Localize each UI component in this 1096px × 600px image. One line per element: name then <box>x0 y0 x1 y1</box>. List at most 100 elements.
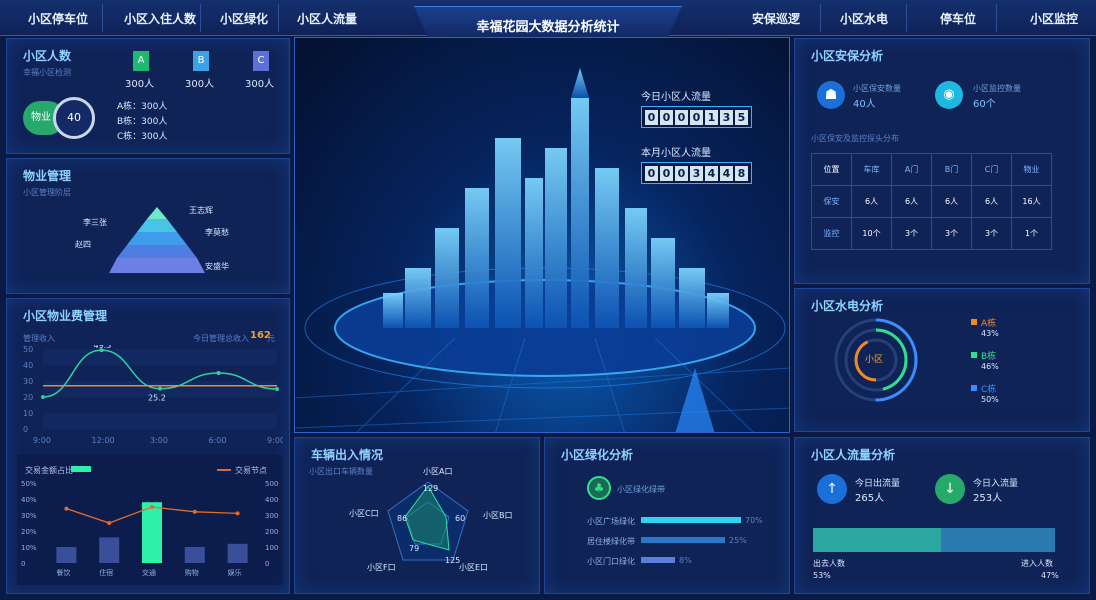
legend-swatch <box>971 319 977 325</box>
radar-axis-label: 小区C口 <box>349 509 379 518</box>
y-tick-label: 0 <box>265 560 269 568</box>
fees-bar-chart: 50% 40% 30% 20% 10% 0 500 400 300 200 100 0 餐饮 住宿 交通 购物… <box>21 480 278 577</box>
cams-label: 小区监控数量 <box>973 84 1021 93</box>
out-bar <box>813 528 941 552</box>
greening-bar <box>641 537 725 543</box>
x-tick-label: 6:00 <box>209 436 227 445</box>
greening-title: 小区绿化分析 <box>561 448 634 462</box>
x-tick-label: 餐饮 <box>56 568 70 577</box>
greening-label: 小区绿化绿带 <box>617 485 665 494</box>
population-list-item: B栋：300人 <box>117 117 168 127</box>
guards-label: 小区保安数量 <box>853 84 901 93</box>
bar <box>184 547 205 563</box>
y-tick-label: 10% <box>21 544 37 552</box>
water-legend-pct: 50% <box>981 395 999 404</box>
nav-flow[interactable]: 小区人流量 <box>297 10 357 27</box>
y-tick-label: 30 <box>23 377 33 386</box>
water-legend-pct: 46% <box>981 362 999 371</box>
month-flow-counter: 0003448 <box>641 162 752 184</box>
nav-water[interactable]: 小区水电 <box>840 10 888 27</box>
water-legend-name: B栋 <box>981 352 997 362</box>
fees-right-label: 今日管理总收入 <box>193 334 249 343</box>
water-panel: 小区水电分析 小区 A栋 43% B栋 46% C栋 50% <box>794 288 1090 432</box>
property-panel: 物业管理 小区管理阶层 王志辉 李三张 李莫愁 赵四 安盛华 <box>6 158 290 294</box>
vehicles-panel: 车辆出入情况 小区出口车辆数量 小区A口 小区B口 小区E口 小区F口 小区C口… <box>294 437 540 594</box>
bar-legend-left: 交易金额占比 <box>25 466 73 475</box>
y-tick-label: 0 <box>21 560 25 568</box>
y-tick-label: 20% <box>21 528 37 536</box>
radar-axis-label: 小区F口 <box>367 563 396 572</box>
nav-greening[interactable]: 小区绿化 <box>220 10 268 27</box>
radar-value: 60 <box>455 514 466 523</box>
water-legend-name: A栋 <box>981 319 997 329</box>
flow-panel: 小区人流量分析 ↑ 今日出流量 265人 ↓ 今日入流量 253人 出去人数 5… <box>794 437 1090 594</box>
security-table: 位置 车库 A门 B门 C门 物业 保安 6人 6人 6人 6人 16人 监控 10个 3个 3个 3个 1个 <box>811 153 1052 250</box>
distribution-label: 小区保安及监控探头分布 <box>811 134 899 143</box>
x-tick-label: 购物 <box>185 568 199 577</box>
greening-pct: 70% <box>745 516 763 525</box>
in-label: 今日入流量 <box>973 479 1019 489</box>
flow-title: 小区人流量分析 <box>811 448 896 462</box>
population-title: 小区人数 <box>23 49 72 63</box>
security-title: 小区安保分析 <box>811 49 884 63</box>
population-list-item: C栋：300人 <box>117 132 168 142</box>
node-point <box>150 505 154 509</box>
radar-value: 86 <box>397 514 408 523</box>
nav-monitor[interactable]: 小区监控 <box>1030 10 1078 27</box>
in-pct: 47% <box>1041 571 1059 580</box>
node-point <box>192 509 197 514</box>
nav-parking-lot[interactable]: 停车位 <box>940 10 976 27</box>
building-b-count: 300人 <box>185 79 215 90</box>
city-visual: 今日小区人流量 0000135 本月小区人流量 0003448 <box>294 37 790 433</box>
camera-icon: ◉ <box>935 81 963 109</box>
greening-bar <box>641 517 741 523</box>
y-tick-label: 10 <box>23 409 33 418</box>
nav-patrol[interactable]: 安保巡逻 <box>752 10 800 27</box>
out-pct: 53% <box>813 571 831 580</box>
pyramid-label: 安盛华 <box>205 262 229 271</box>
guard-icon: ☗ <box>817 81 845 109</box>
line-legend-swatch <box>217 469 231 471</box>
in-value: 253人 <box>973 493 1003 504</box>
out-label: 今日出流量 <box>855 479 901 489</box>
pyramid-label: 赵四 <box>75 240 91 249</box>
leaf-icon: ♣ <box>587 476 611 500</box>
pyramid-label: 李三张 <box>83 218 107 227</box>
building-a-badge: A <box>133 51 149 71</box>
month-flow-label: 本月小区人流量 <box>641 148 711 159</box>
fees-unit: 元 <box>267 334 275 343</box>
y-tick-label: 300 <box>265 512 278 520</box>
population-list-item: A栋：300人 <box>117 102 168 112</box>
nav-parking[interactable]: 小区停车位 <box>28 10 88 27</box>
security-panel: 小区安保分析 ☗ 小区保安数量 40人 ◉ 小区监控数量 60个 小区保安及监控… <box>794 38 1090 284</box>
y-tick-label: 40% <box>21 496 37 504</box>
greening-pct: 8% <box>679 556 692 565</box>
x-tick-label: 9:00 <box>267 436 283 445</box>
city-illustration <box>295 68 789 432</box>
ring-value: 40 <box>53 97 95 139</box>
building-c-badge: C <box>253 51 269 71</box>
x-tick-label: 3:00 <box>150 436 168 445</box>
page-title: 幸福花园大数据分析统计 <box>476 20 620 35</box>
fees-title: 小区物业费管理 <box>23 309 108 323</box>
y-tick-label: 30% <box>21 512 37 520</box>
x-tick-label: 住宿 <box>99 568 113 577</box>
pyramid-label: 李莫愁 <box>205 228 229 237</box>
y-tick-label: 200 <box>265 528 278 536</box>
radar-axis-label: 小区A口 <box>423 467 453 476</box>
y-tick-label: 500 <box>265 480 278 488</box>
pyramid-label: 王志辉 <box>189 206 213 215</box>
fees-line-chart: 50 40 30 20 10 0 9:00 12:00 3:00 6:00 9:00 49.3 25.2 <box>23 345 283 445</box>
vehicles-subtitle: 小区出口车辆数量 <box>309 467 373 476</box>
population-subtitle: 幸福小区检测 <box>23 68 71 77</box>
y-tick-label: 50 <box>23 345 33 354</box>
water-legend-pct: 43% <box>981 329 999 338</box>
x-tick-label: 娱乐 <box>228 568 242 577</box>
water-title: 小区水电分析 <box>811 299 884 313</box>
radar-value: 125 <box>445 556 461 565</box>
y-tick-label: 0 <box>23 425 28 434</box>
in-bar <box>941 528 1055 552</box>
nav-residents[interactable]: 小区入住人数 <box>124 10 196 27</box>
node-point <box>235 511 240 516</box>
today-flow-counter: 0000135 <box>641 106 752 128</box>
